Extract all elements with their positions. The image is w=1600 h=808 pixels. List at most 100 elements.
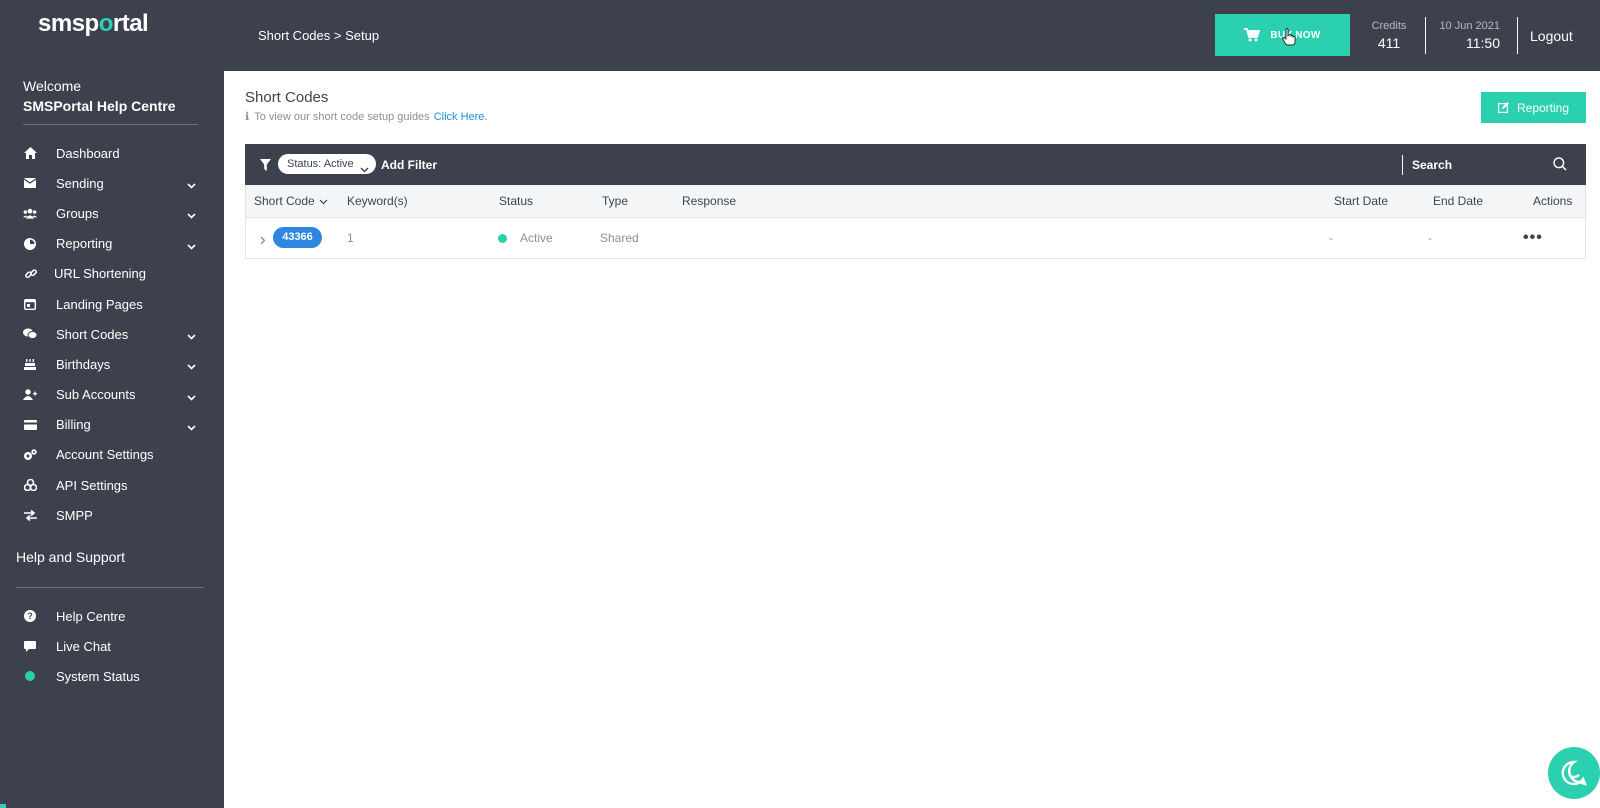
- sidebar-item-smpp[interactable]: SMPP: [0, 500, 224, 530]
- chevron-down-icon: [360, 160, 369, 180]
- column-header-keywords: Keyword(s): [347, 194, 408, 208]
- sidebar-item-sub-accounts[interactable]: Sub Accounts: [0, 380, 224, 410]
- account-name: SMSPortal Help Centre: [23, 98, 176, 114]
- breadcrumb[interactable]: Short Codes > Setup: [258, 28, 379, 43]
- link-icon: [24, 267, 38, 281]
- hand-cursor-icon: [1282, 28, 1296, 51]
- live-chat-launcher[interactable]: [1548, 747, 1600, 799]
- help-nav: ? Help Centre Live Chat System Status: [0, 601, 224, 692]
- status-active-dot: [498, 234, 507, 243]
- sidebar-item-account-settings[interactable]: Account Settings: [0, 440, 224, 470]
- reporting-button[interactable]: Reporting: [1481, 92, 1586, 123]
- sidebar-item-label: System Status: [56, 668, 140, 684]
- topbar-divider: [1517, 17, 1518, 54]
- chevron-down-icon: [187, 177, 196, 192]
- sidebar-item-label: Account Settings: [56, 447, 154, 463]
- sidebar-item-sending[interactable]: Sending: [0, 168, 224, 198]
- users-icon: [23, 206, 37, 220]
- add-filter-button[interactable]: Add Filter: [381, 158, 437, 172]
- current-time: 11:50: [1466, 35, 1500, 51]
- click-here-link[interactable]: Click Here.: [434, 111, 488, 123]
- column-header-short-code[interactable]: Short Code: [254, 194, 328, 208]
- question-circle-icon: ?: [23, 609, 37, 623]
- sidebar-item-label: URL Shortening: [54, 266, 147, 282]
- sidebar-item-system-status[interactable]: System Status: [0, 661, 224, 691]
- sidebar-item-label: Reporting: [56, 236, 113, 252]
- filter-bar: Status: Active Add Filter: [245, 144, 1586, 185]
- sidebar-item-short-codes[interactable]: Short Codes: [0, 319, 224, 349]
- sidebar-divider: [16, 587, 204, 588]
- status-dot-icon: [23, 669, 37, 683]
- credit-card-icon: [23, 418, 37, 432]
- user-plus-icon: [23, 388, 37, 402]
- chevron-down-icon: [187, 238, 196, 253]
- welcome-label: Welcome: [23, 78, 82, 94]
- search-icon[interactable]: [1553, 157, 1567, 176]
- setup-guide-note: ℹ To view our short code setup guides Cl…: [245, 110, 488, 124]
- chevron-right-icon[interactable]: [260, 232, 266, 250]
- column-header-type: Type: [602, 194, 629, 208]
- svg-text:?: ?: [27, 611, 33, 621]
- end-date-cell: -: [1428, 231, 1432, 245]
- sidebar-item-dashboard[interactable]: Dashboard: [0, 138, 224, 168]
- filter-icon[interactable]: [260, 158, 271, 176]
- sidebar-item-label: Live Chat: [56, 638, 111, 654]
- sidebar-item-label: Sending: [56, 175, 104, 191]
- cogs-icon: [23, 448, 37, 462]
- comment-icon: [23, 639, 37, 653]
- guide-text: To view our short code setup guides: [254, 110, 430, 123]
- sidebar-item-url-shortening[interactable]: URL Shortening: [0, 259, 224, 289]
- search-input[interactable]: [1412, 154, 1552, 175]
- sidebar-divider: [23, 124, 198, 125]
- credits-display: Credits 411: [1368, 20, 1410, 51]
- top-bar: Short Codes > Setup BUY NOW Credits 411 …: [224, 0, 1600, 71]
- credits-label: Credits: [1371, 20, 1407, 32]
- sidebar-item-label: Dashboard: [56, 145, 120, 161]
- column-header-response: Response: [682, 194, 737, 208]
- filter-bar-divider: [1402, 155, 1403, 175]
- cart-icon: [1244, 28, 1261, 42]
- sidebar-nav: Dashboard Sending Groups Reporting URL S…: [0, 138, 224, 530]
- sidebar-item-reporting[interactable]: Reporting: [0, 229, 224, 259]
- sidebar-item-label: Landing Pages: [56, 296, 143, 312]
- sidebar-item-label: Help Centre: [56, 608, 126, 624]
- edit-icon: [1497, 102, 1509, 113]
- column-header-status: Status: [499, 194, 534, 208]
- topbar-divider: [1425, 17, 1426, 54]
- sidebar-bottom-marker: [0, 804, 6, 808]
- status-filter-label: Status: Active: [287, 158, 354, 170]
- table-header: Short Code Keyword(s) Status Type Respon…: [245, 185, 1586, 217]
- status-filter-chip[interactable]: Status: Active: [278, 154, 376, 174]
- sidebar-item-billing[interactable]: Billing: [0, 410, 224, 440]
- sidebar-item-birthdays[interactable]: Birthdays: [0, 349, 224, 379]
- page-title: Short Codes: [245, 89, 329, 106]
- start-date-cell: -: [1329, 231, 1333, 245]
- column-header-end-date: End Date: [1433, 194, 1484, 208]
- info-icon: ℹ: [245, 111, 250, 123]
- type-cell: Shared: [600, 231, 639, 245]
- home-icon: [23, 146, 37, 160]
- sidebar-item-landing-pages[interactable]: Landing Pages: [0, 289, 224, 319]
- sidebar-item-label: Billing: [56, 417, 91, 433]
- sidebar-item-live-chat[interactable]: Live Chat: [0, 631, 224, 661]
- sort-chevron-icon: [319, 194, 328, 208]
- sidebar-item-label: Birthdays: [56, 356, 111, 372]
- keywords-cell: 1: [347, 231, 354, 245]
- credits-value: 411: [1377, 35, 1401, 51]
- sidebar: smsportal Welcome SMSPortal Help Centre …: [0, 0, 224, 808]
- smsportal-logo[interactable]: smsportal: [38, 10, 149, 38]
- cake-icon: [23, 357, 37, 371]
- sidebar-item-help-centre[interactable]: ? Help Centre: [0, 601, 224, 631]
- sidebar-item-api-settings[interactable]: API Settings: [0, 470, 224, 500]
- chevron-down-icon: [187, 207, 196, 222]
- window-icon: [23, 297, 37, 311]
- logout-link[interactable]: Logout: [1530, 28, 1573, 44]
- api-icon: [23, 478, 37, 492]
- chart-pie-icon: [23, 237, 37, 251]
- table-row[interactable]: 43366 1 Active Shared - - •••: [245, 217, 1586, 259]
- row-actions-menu[interactable]: •••: [1523, 229, 1543, 247]
- help-support-heading: Help and Support: [16, 549, 125, 565]
- sidebar-item-groups[interactable]: Groups: [0, 198, 224, 228]
- short-code-badge[interactable]: 43366: [273, 227, 322, 248]
- envelope-icon: [23, 176, 37, 190]
